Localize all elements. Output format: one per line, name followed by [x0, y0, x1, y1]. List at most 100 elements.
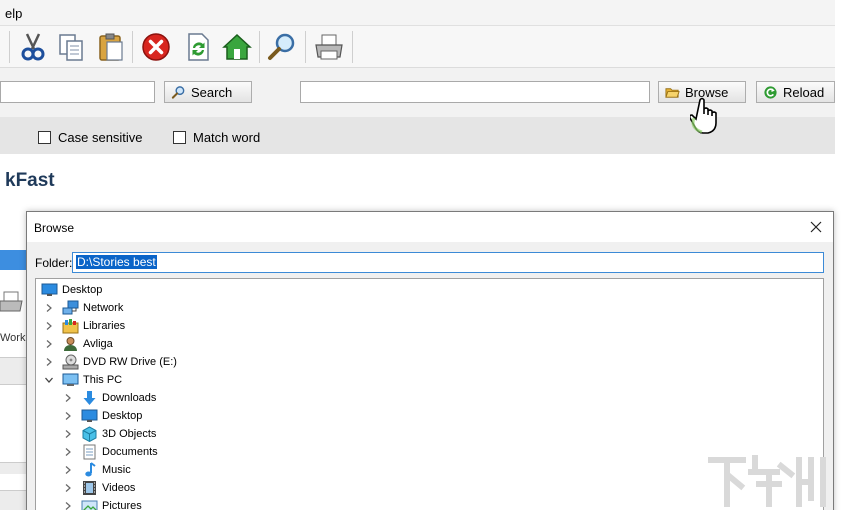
reload-icon [764, 85, 777, 99]
toolbar-separator [352, 31, 353, 63]
close-icon [810, 221, 822, 233]
chevron-right-icon[interactable] [63, 501, 73, 510]
tree-item[interactable]: Videos [63, 479, 135, 497]
toolbar-separator [9, 31, 10, 63]
match-word-option[interactable]: Match word [173, 130, 260, 145]
dialog-titlebar[interactable]: Browse [27, 212, 833, 242]
find-button[interactable] [266, 30, 298, 64]
search-button-label: Search [191, 84, 233, 100]
background-panel [0, 490, 27, 510]
tree-item-label: Libraries [83, 320, 126, 332]
tree-item[interactable]: Avliga [44, 335, 113, 353]
background-label: Work [0, 332, 26, 344]
print-icon [0, 291, 23, 312]
music-icon [81, 462, 98, 478]
tree-item-label: DVD RW Drive (E:) [83, 356, 177, 368]
chevron-right-icon[interactable] [44, 357, 54, 367]
refresh-icon [188, 33, 209, 61]
stop-button[interactable] [140, 30, 172, 64]
case-sensitive-checkbox[interactable] [38, 131, 51, 144]
libraries-icon [62, 318, 79, 334]
dvd-drive-icon [62, 354, 79, 370]
folder-open-icon [665, 87, 680, 98]
chevron-right-icon[interactable] [63, 447, 73, 457]
tree-item-label: Downloads [102, 392, 157, 404]
chevron-right-icon[interactable] [44, 303, 54, 313]
chevron-right-icon[interactable] [63, 429, 73, 439]
chevron-right-icon[interactable] [44, 339, 54, 349]
tree-item-label: Videos [102, 482, 136, 494]
refresh-button[interactable] [182, 30, 214, 64]
desktop-icon [81, 408, 98, 424]
chevron-right-icon[interactable] [63, 483, 73, 493]
chevron-right-icon[interactable] [63, 393, 73, 403]
menu-item-help[interactable]: elp [5, 6, 22, 21]
stop-icon [142, 33, 170, 61]
find-icon [268, 33, 295, 60]
search-button[interactable]: Search [164, 81, 252, 103]
tree-item[interactable]: Downloads [63, 389, 156, 407]
toolbar-separator [305, 31, 306, 63]
folder-tree[interactable]: Desktop Network Libraries Avliga DVD RW … [35, 278, 824, 510]
tree-item[interactable]: Music [63, 461, 131, 479]
chevron-right-icon[interactable] [44, 321, 54, 331]
background-panel [0, 462, 27, 474]
tree-item[interactable]: 3D Objects [63, 425, 156, 443]
case-sensitive-label: Case sensitive [58, 130, 143, 145]
tree-item-label: Pictures [102, 500, 142, 510]
reload-button[interactable]: Reload [756, 81, 835, 103]
match-word-checkbox[interactable] [173, 131, 186, 144]
print-button[interactable] [313, 30, 345, 64]
reload-button-label: Reload [783, 84, 825, 100]
desktop-icon [41, 282, 58, 298]
tree-item[interactable]: DVD RW Drive (E:) [44, 353, 177, 371]
toolbar-separator [259, 31, 260, 63]
print-icon [315, 34, 343, 60]
tree-item[interactable]: Pictures [63, 497, 142, 510]
cut-icon [21, 33, 45, 61]
tree-item[interactable]: Desktop [63, 407, 142, 425]
this-pc-icon [62, 372, 79, 388]
tree-item-label: Documents [102, 446, 158, 458]
hand-cursor-icon [690, 97, 717, 134]
tree-item[interactable]: Libraries [44, 317, 125, 335]
tree-item-label: Network [83, 302, 124, 314]
tree-item[interactable]: Documents [63, 443, 158, 461]
cut-button[interactable] [17, 30, 49, 64]
tree-item-label: Desktop [62, 284, 103, 296]
path-input[interactable] [300, 81, 650, 103]
tree-item-label: Music [102, 464, 131, 476]
search-icon [171, 85, 185, 99]
tree-item-label: This PC [83, 374, 123, 386]
menu-bar: elp [0, 0, 835, 26]
chevron-right-icon[interactable] [63, 465, 73, 475]
search-query-input[interactable] [0, 81, 155, 103]
paste-icon [99, 33, 123, 61]
tree-item-label: Desktop [102, 410, 143, 422]
tree-item[interactable]: This PC [44, 371, 122, 389]
background-panel [0, 357, 27, 385]
home-button[interactable] [221, 30, 253, 64]
folder-input[interactable]: D:\Stories best [72, 252, 824, 273]
dialog-close-button[interactable] [803, 215, 829, 239]
tree-item-label: 3D Objects [102, 428, 157, 440]
match-word-label: Match word [193, 130, 261, 145]
tree-item[interactable]: Desktop [41, 281, 102, 299]
copy-button[interactable] [55, 30, 87, 64]
chevron-right-icon[interactable] [63, 411, 73, 421]
tree-item[interactable]: Network [44, 299, 123, 317]
tree-item-label: Avliga [83, 338, 113, 350]
case-sensitive-option[interactable]: Case sensitive [38, 130, 143, 145]
copy-icon [59, 34, 83, 61]
background-selected-item [0, 250, 27, 270]
videos-icon [81, 480, 98, 496]
pictures-icon [81, 498, 98, 510]
app-title: kFast [5, 170, 55, 191]
dialog-title: Browse [34, 221, 75, 235]
folder-value: D:\Stories best [76, 255, 157, 269]
downloads-icon [81, 390, 98, 406]
home-icon [222, 33, 252, 60]
toolbar-separator [132, 31, 133, 63]
paste-button[interactable] [95, 30, 127, 64]
chevron-down-icon[interactable] [44, 375, 54, 385]
